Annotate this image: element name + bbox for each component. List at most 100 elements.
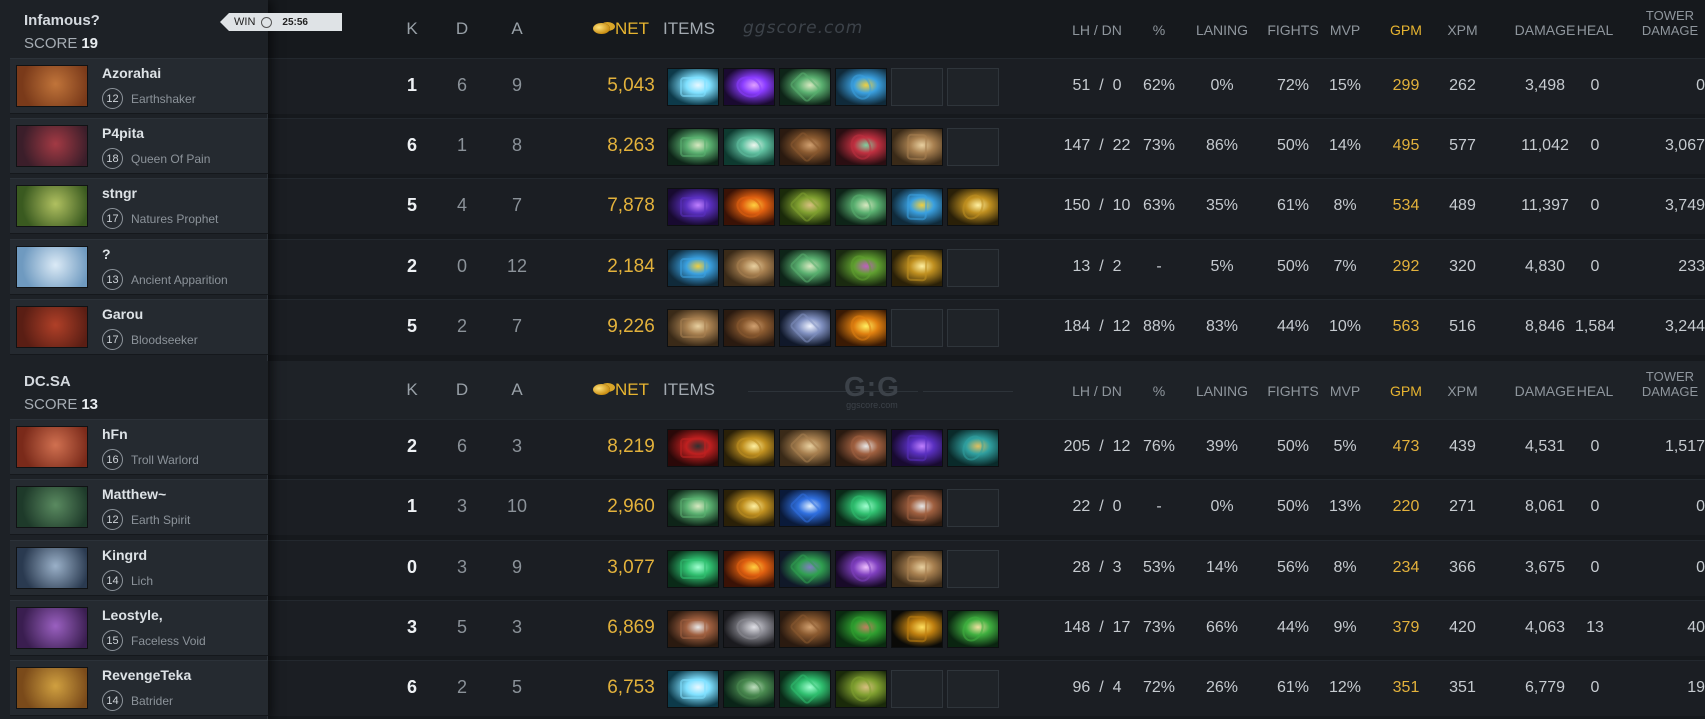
table-row[interactable]: 1 6 9 5,043 51 / 0 62% 0% 72% 15% 299 262 3,498 0 0 [268, 58, 1705, 114]
hero-portrait[interactable] [16, 125, 88, 167]
potion-icon[interactable] [779, 489, 831, 527]
grey-orb-icon[interactable] [723, 610, 775, 648]
player-card[interactable]: P4pita 18 Queen Of Pain [10, 118, 268, 174]
red-helm-icon[interactable] [667, 429, 719, 467]
col-pct[interactable]: % [1134, 383, 1184, 399]
hero-portrait[interactable] [16, 486, 88, 528]
col-d[interactable]: D [442, 380, 482, 400]
green-boots-icon[interactable] [779, 670, 831, 708]
player-card[interactable]: Azorahai 12 Earthshaker [10, 58, 268, 114]
col-tower[interactable]: TOWER DAMAGE [1635, 369, 1705, 399]
player-card[interactable]: Garou 17 Bloodseeker [10, 299, 268, 355]
green-blade-icon[interactable] [947, 610, 999, 648]
green-boots-icon[interactable] [667, 550, 719, 588]
col-gpm[interactable]: GPM [1376, 383, 1436, 399]
green-mask-icon[interactable] [835, 610, 887, 648]
col-mvp[interactable]: MVP [1320, 383, 1370, 399]
col-a[interactable]: A [497, 380, 537, 400]
player-name[interactable]: Matthew~ [102, 486, 166, 502]
hero-portrait[interactable] [16, 185, 88, 227]
ice-blade-icon[interactable] [667, 68, 719, 106]
gold-ring-icon[interactable] [947, 188, 999, 226]
scroll-icon[interactable] [723, 249, 775, 287]
table-row[interactable]: 6 2 5 6,753 96 / 4 72% 26% 61% 12% 351 351 6,779 0 19 [268, 660, 1705, 716]
table-row[interactable]: 0 3 9 3,077 28 / 3 53% 14% 56% 8% 234 366 3,675 0 0 [268, 540, 1705, 596]
player-name[interactable]: RevengeTeka [102, 667, 191, 683]
blue-orb-icon[interactable] [891, 188, 943, 226]
teal-ring-icon[interactable] [947, 429, 999, 467]
col-laning[interactable]: LANING [1187, 22, 1257, 38]
boots-icon[interactable] [779, 128, 831, 166]
col-items[interactable]: ITEMS [663, 19, 733, 59]
gold-ring-icon[interactable] [723, 429, 775, 467]
player-card[interactable]: Matthew~ 12 Earth Spirit [10, 479, 268, 535]
col-fights[interactable]: FIGHTS [1258, 22, 1328, 38]
moon-icon[interactable] [779, 309, 831, 347]
drum-icon[interactable] [835, 670, 887, 708]
gold-blade-icon[interactable] [835, 309, 887, 347]
wand-icon[interactable] [779, 68, 831, 106]
wand-icon[interactable] [835, 188, 887, 226]
col-tower[interactable]: TOWER DAMAGE [1635, 8, 1705, 38]
wand-icon[interactable] [667, 128, 719, 166]
col-net[interactable]: NET [566, 19, 676, 39]
drum-icon[interactable] [779, 188, 831, 226]
swirl-icon[interactable] [723, 128, 775, 166]
purple-staff-icon[interactable] [723, 68, 775, 106]
ice-blade-icon[interactable] [667, 670, 719, 708]
hero-portrait[interactable] [16, 607, 88, 649]
col-k[interactable]: K [392, 380, 432, 400]
col-gpm[interactable]: GPM [1376, 22, 1436, 38]
scroll-icon[interactable] [667, 309, 719, 347]
fire-wing-icon[interactable] [723, 188, 775, 226]
player-card[interactable]: Leostyle, 15 Faceless Void [10, 600, 268, 656]
fire-wing-icon[interactable] [723, 550, 775, 588]
col-mvp[interactable]: MVP [1320, 22, 1370, 38]
green-bag-icon[interactable] [835, 249, 887, 287]
player-name[interactable]: hFn [102, 426, 128, 442]
player-card[interactable]: hFn 16 Troll Warlord [10, 419, 268, 475]
table-row[interactable]: 3 5 3 6,869 148 / 17 73% 66% 44% 9% 379 420 4,063 13… [268, 600, 1705, 656]
scroll-icon[interactable] [891, 550, 943, 588]
player-card[interactable]: stngr 17 Natures Prophet [10, 178, 268, 234]
team-name[interactable]: DC.SA [24, 373, 71, 390]
team-name[interactable]: Infamous? [24, 12, 100, 29]
green-gem-icon[interactable] [779, 550, 831, 588]
scroll-icon[interactable] [891, 128, 943, 166]
player-name[interactable]: stngr [102, 185, 137, 201]
table-row[interactable]: 2 0 12 2,184 13 / 2-5% 50% 7% 292 320 4,830 0 233 [268, 239, 1705, 295]
axe-icon[interactable] [667, 610, 719, 648]
gold-ring-icon[interactable] [723, 489, 775, 527]
col-xpm[interactable]: XPM [1435, 22, 1490, 38]
violet-boots-icon[interactable] [667, 188, 719, 226]
violet-boots-icon[interactable] [891, 429, 943, 467]
col-items[interactable]: ITEMS [663, 380, 733, 420]
player-name[interactable]: P4pita [102, 125, 144, 141]
player-name[interactable]: ? [102, 246, 111, 262]
wand-icon[interactable] [779, 249, 831, 287]
player-name[interactable]: Azorahai [102, 65, 161, 81]
hero-portrait[interactable] [16, 547, 88, 589]
col-fights[interactable]: FIGHTS [1258, 383, 1328, 399]
axe-icon[interactable] [835, 429, 887, 467]
scroll-icon[interactable] [779, 429, 831, 467]
axe-icon[interactable] [891, 489, 943, 527]
player-card[interactable]: Kingrd 14 Lich [10, 540, 268, 596]
boots-icon[interactable] [723, 309, 775, 347]
blue-orb-icon[interactable] [835, 68, 887, 106]
col-heal[interactable]: HEAL [1565, 22, 1625, 38]
green-staff-icon[interactable] [723, 670, 775, 708]
gold-ring-icon[interactable] [891, 249, 943, 287]
hero-portrait[interactable] [16, 306, 88, 348]
blue-orb-icon[interactable] [667, 249, 719, 287]
col-xpm[interactable]: XPM [1435, 383, 1490, 399]
col-laning[interactable]: LANING [1187, 383, 1257, 399]
purple-orb-icon[interactable] [835, 550, 887, 588]
player-card[interactable]: ? 13 Ancient Apparition [10, 239, 268, 295]
table-row[interactable]: 1 3 10 2,960 22 / 0-0% 50% 13% 220 271 8,061 0 0 [268, 479, 1705, 535]
col-k[interactable]: K [392, 19, 432, 39]
table-row[interactable]: 5 4 7 7,878 150 / 10 63% 35% 61% 8% 534 489 11,397 0… [268, 178, 1705, 234]
table-row[interactable]: 6 1 8 8,263 147 / 22 73% 86% 50% 14% 495 577 11,042… [268, 118, 1705, 174]
col-pct[interactable]: % [1134, 22, 1184, 38]
table-row[interactable]: 5 2 7 9,226 184 / 12 88% 83% 44% 10% 563 516 8,846 1… [268, 299, 1705, 355]
